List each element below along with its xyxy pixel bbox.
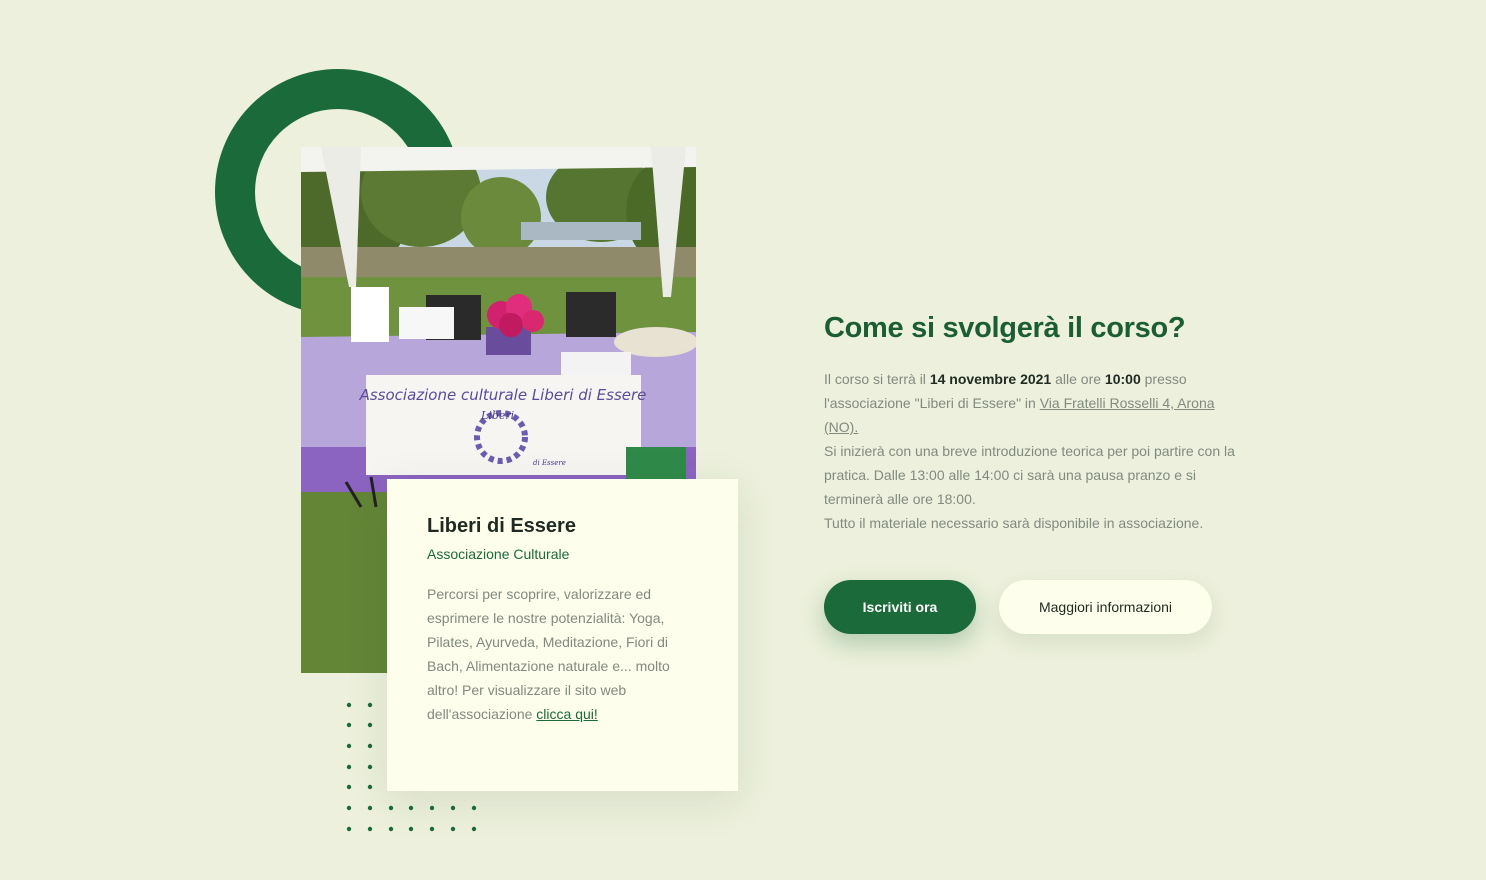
association-website-link[interactable]: clicca qui!: [536, 706, 597, 722]
course-info: Come si svolgerà il corso? Il corso si t…: [824, 308, 1244, 535]
course-time-prefix: alle ore: [1051, 371, 1105, 387]
course-schedule-text: Si inizierà con una breve introduzione t…: [824, 443, 1235, 507]
course-materials-text: Tutto il materiale necessario sarà dispo…: [824, 515, 1204, 531]
association-card: Liberi di Essere Associazione Culturale …: [387, 479, 738, 791]
association-name: Liberi di Essere: [427, 515, 576, 537]
course-info-text: Il corso si terrà il 14 novembre 2021 al…: [824, 367, 1244, 535]
course-date: 14 novembre 2021: [929, 371, 1052, 387]
banner-text: Associazione culturale Liberi di Essere: [359, 386, 647, 404]
course-time: 10:00: [1104, 371, 1141, 387]
course-info-title: Come si svolgerà il corso?: [824, 312, 1186, 344]
association-description: Percorsi per scoprire, valorizzare ed es…: [427, 582, 698, 726]
banner-logo-top: Liberi: [480, 409, 514, 422]
course-section: Associazione culturale Liberi di Essere …: [0, 0, 1486, 880]
more-info-button[interactable]: Maggiori informazioni: [999, 580, 1212, 634]
association-type: Associazione Culturale: [427, 546, 570, 562]
banner-logo-bottom: di Essere: [533, 459, 566, 467]
register-button[interactable]: Iscriviti ora: [824, 580, 976, 634]
course-date-prefix: Il corso si terrà il: [824, 371, 930, 387]
association-description-text: Percorsi per scoprire, valorizzare ed es…: [427, 586, 670, 722]
